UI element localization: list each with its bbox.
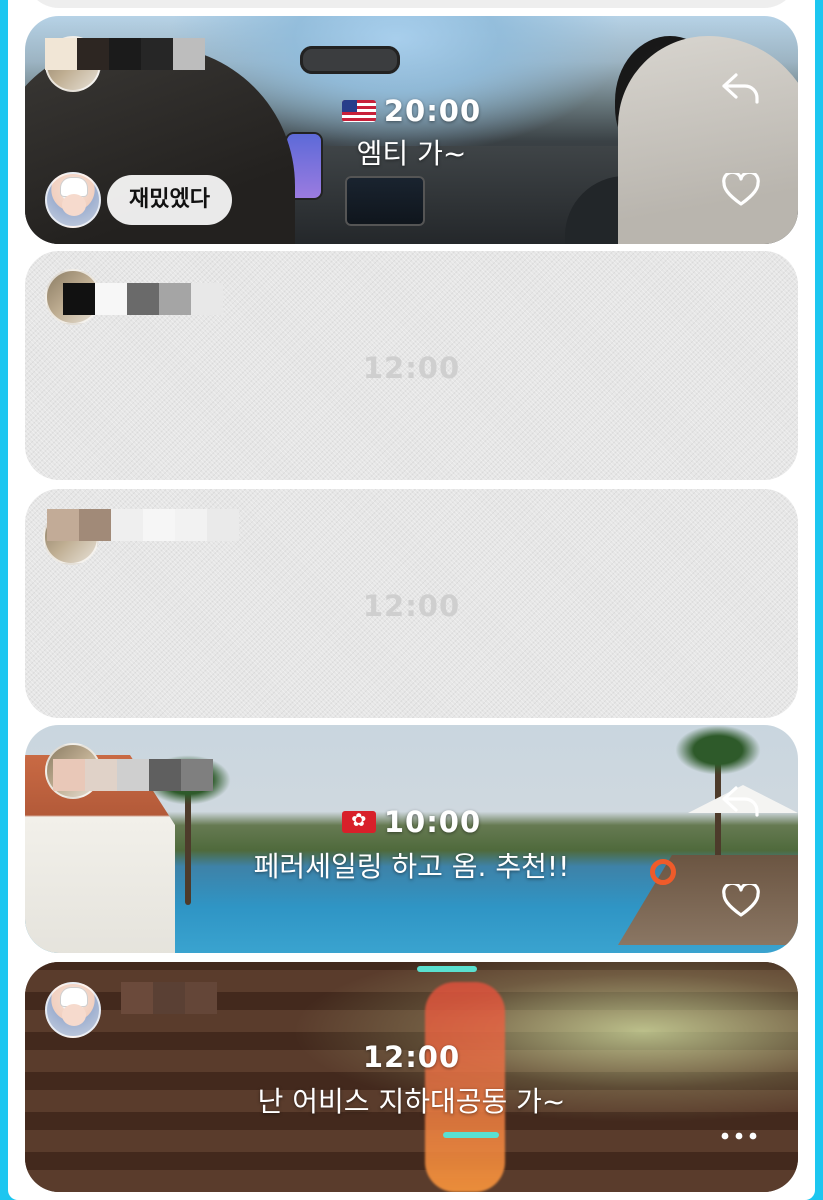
post-caption: 난 어비스 지하대공동 가~ [257, 1085, 566, 1118]
author-name-censored [53, 759, 213, 791]
feed-screen: 20:00 엠티 가~ 재밌엤다 12:00 12:00 ✿ 10:00 페러세… [8, 0, 815, 1200]
post-time: 12:00 [362, 351, 461, 385]
previous-post-card[interactable] [25, 0, 798, 8]
rearview-mirror [300, 46, 400, 74]
post-card[interactable]: 20:00 엠티 가~ 재밌엤다 [25, 16, 798, 244]
post-time: 12:00 [362, 1040, 461, 1074]
post-time: 10:00 [383, 805, 482, 839]
post-card-blurred[interactable]: 12:00 [25, 489, 798, 718]
post-card[interactable]: 12:00 난 어비스 지하대공동 가~ [25, 962, 798, 1192]
post-time-row: 10:00 [25, 805, 798, 839]
post-time-row: 20:00 [25, 94, 798, 128]
post-time-row: 12:00 [25, 1040, 798, 1074]
car-display [345, 176, 425, 226]
post-time-row: 12:00 [25, 589, 798, 623]
us-flag-icon [341, 100, 376, 122]
author-name-censored [47, 509, 239, 541]
post-time: 20:00 [383, 94, 482, 128]
more-icon[interactable] [715, 1112, 763, 1160]
health-bar [417, 966, 477, 972]
reply-icon[interactable] [717, 777, 765, 825]
health-bar [443, 1132, 499, 1138]
comment-bubble[interactable]: 재밌엤다 [107, 175, 232, 225]
author-name-censored [45, 38, 205, 70]
post-caption: 엠티 가~ [356, 137, 467, 170]
post-card[interactable]: 10:00 페러세일링 하고 옴. 추천!! [25, 725, 798, 953]
post-time: 12:00 [362, 589, 461, 623]
author-name-censored [121, 982, 217, 1014]
post-time-row: 12:00 [25, 351, 798, 385]
post-caption: 페러세일링 하고 옴. 추천!! [253, 850, 570, 883]
post-card-blurred[interactable]: 12:00 [25, 251, 798, 480]
commenter-avatar[interactable] [45, 172, 101, 228]
heart-icon[interactable] [717, 166, 765, 214]
author-name-censored [63, 283, 223, 315]
heart-icon[interactable] [717, 877, 765, 925]
reply-icon[interactable] [717, 64, 765, 112]
hk-flag-icon [341, 811, 376, 833]
author-avatar[interactable] [45, 982, 101, 1038]
